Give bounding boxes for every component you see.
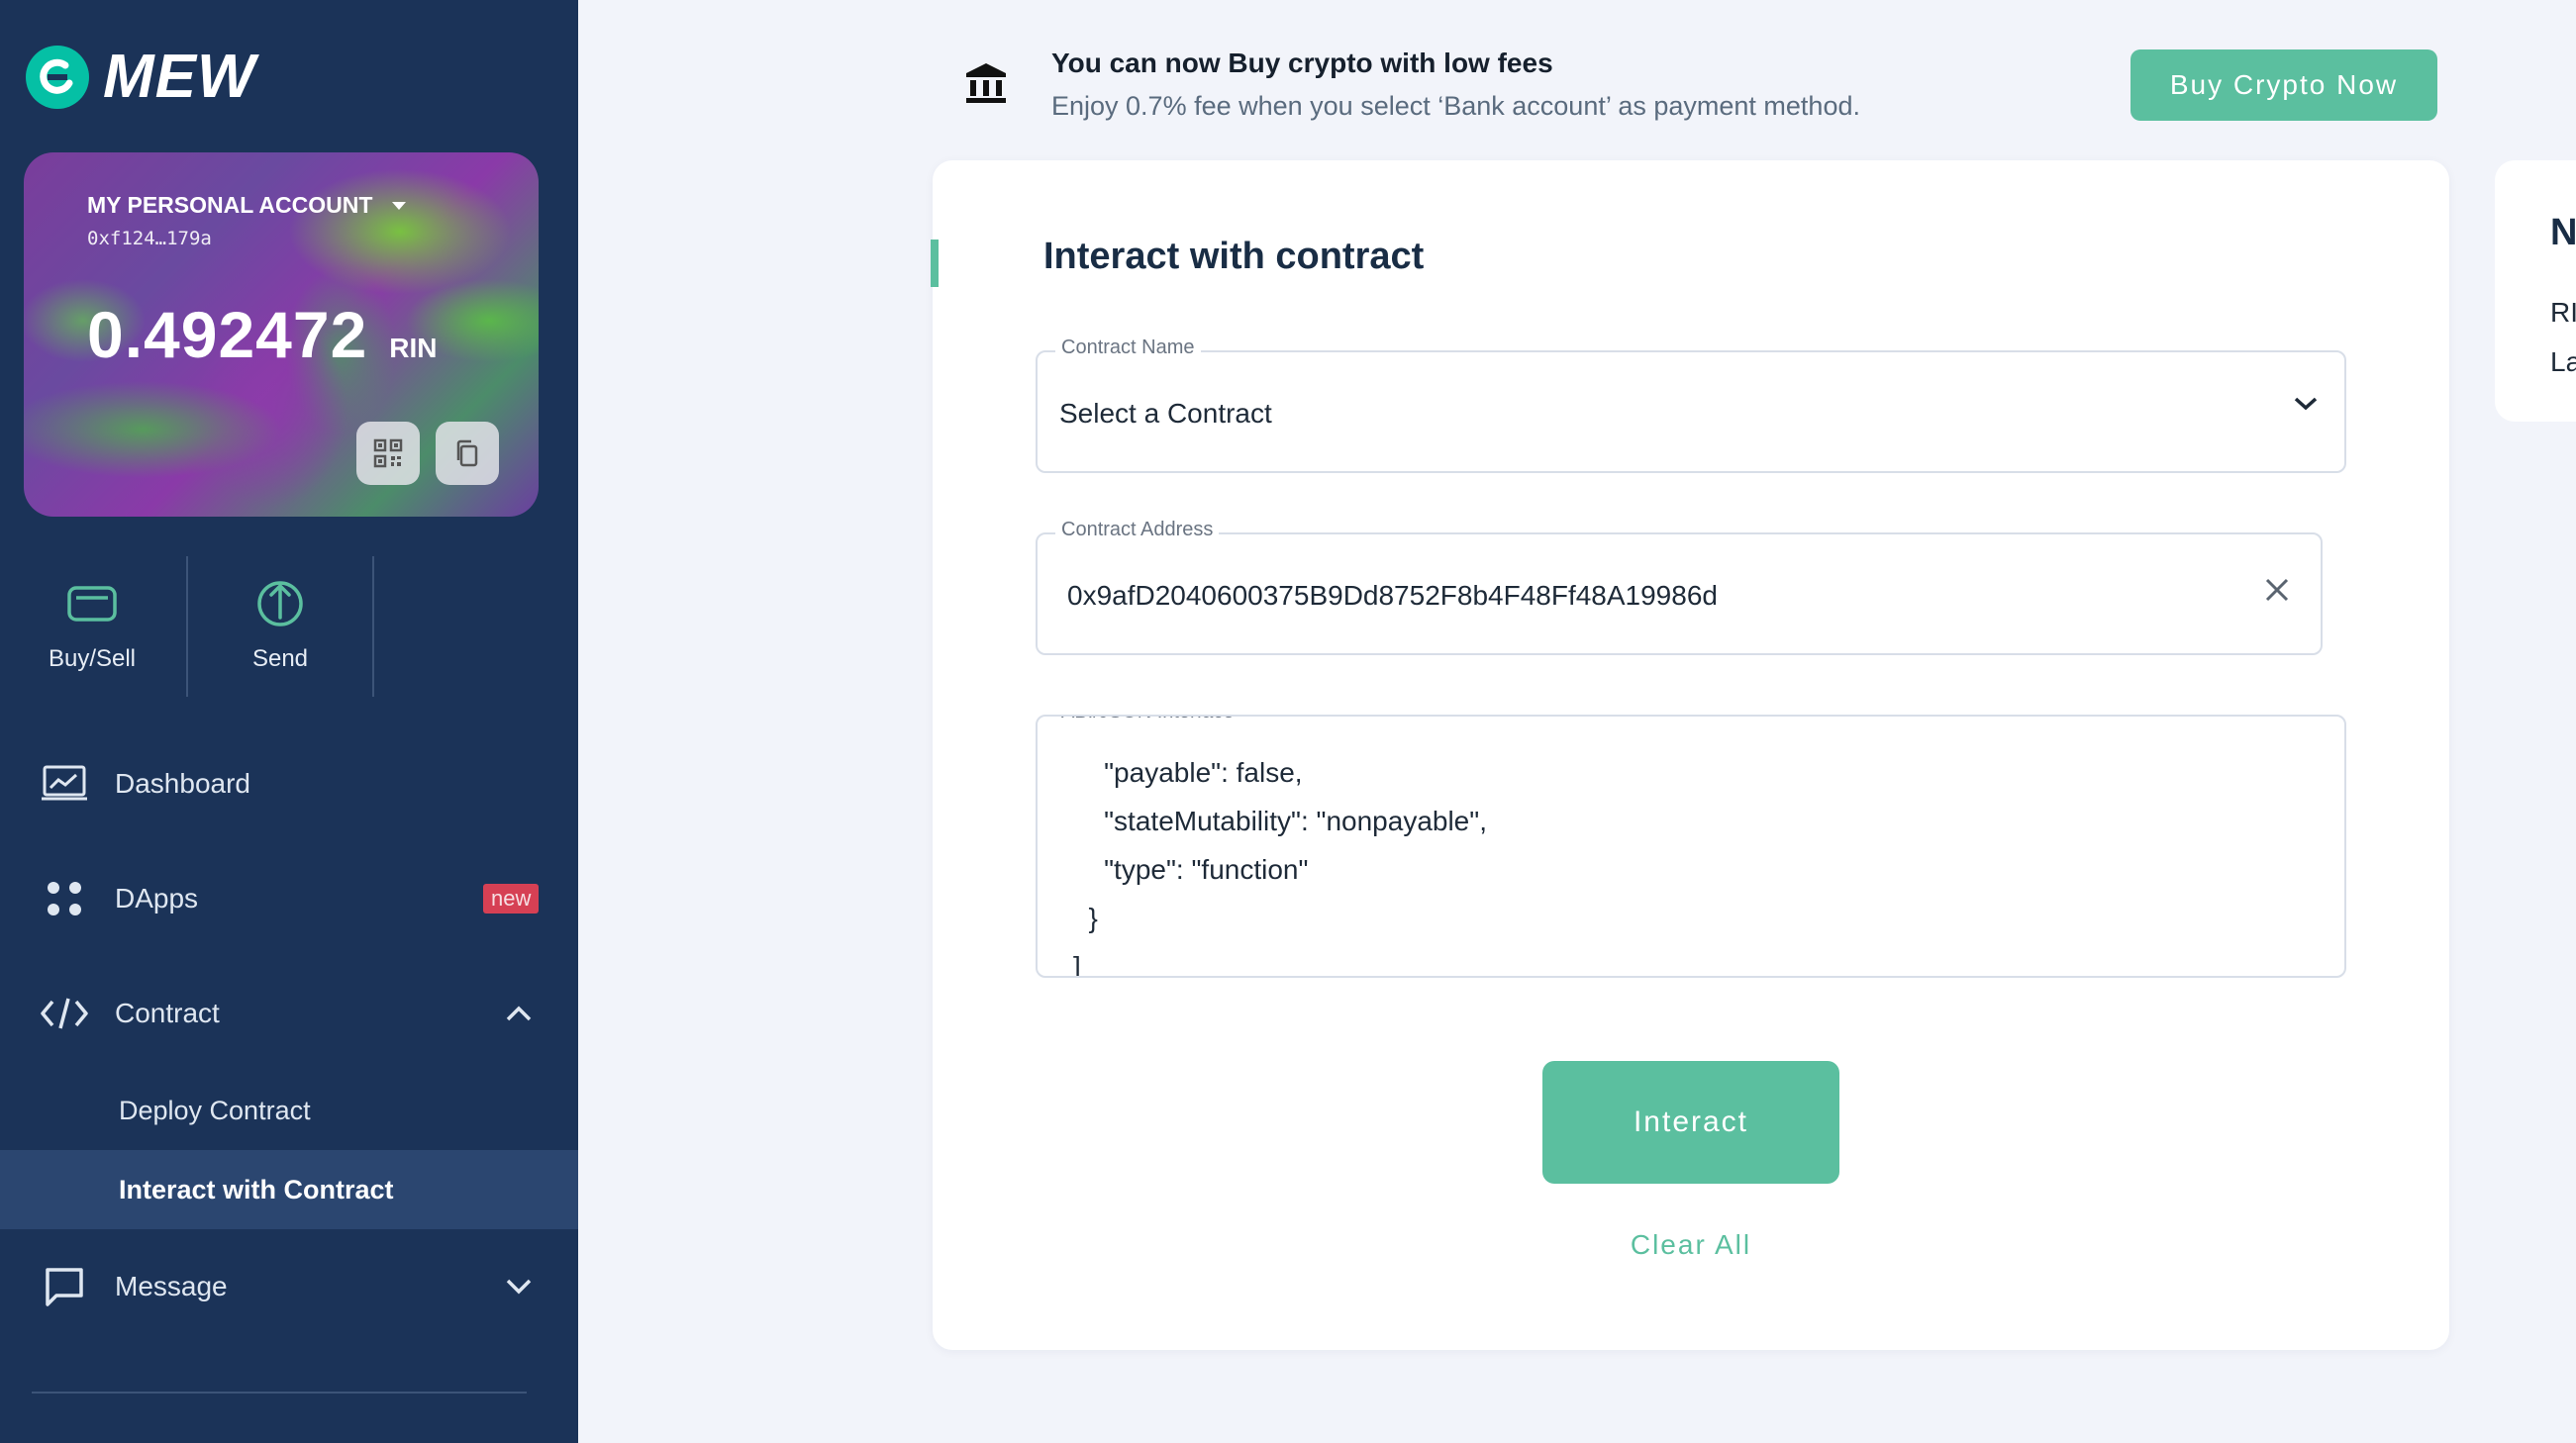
chevron-down-icon	[499, 1267, 539, 1306]
account-balance: 0.492472 RIN	[87, 297, 438, 372]
clear-all-button[interactable]: Clear All	[1542, 1229, 1839, 1261]
sidebar-item-label: Contract	[115, 998, 220, 1028]
contract-name-label: Contract Name	[1055, 337, 1201, 359]
sidebar-item-contract[interactable]: Contract	[0, 974, 578, 1053]
copy-icon	[456, 439, 478, 467]
sidebar-item-dapps[interactable]: DApps new	[0, 859, 578, 938]
qr-code-button[interactable]	[356, 422, 420, 485]
balance-unit: RIN	[389, 333, 438, 363]
new-badge: new	[483, 884, 540, 914]
contract-address-field[interactable]: Contract Address 0x9afD2040600375B9Dd875…	[1036, 519, 2323, 655]
buy-sell-action[interactable]: Buy/Sell	[0, 556, 184, 697]
mew-logo-icon	[26, 45, 89, 109]
network-card-line: RI	[2550, 297, 2576, 328]
account-name: MY PERSONAL ACCOUNT	[87, 192, 373, 218]
mew-logo[interactable]: MEW	[26, 42, 256, 112]
chevron-down-icon	[2293, 396, 2319, 417]
title-accent-bar	[931, 240, 939, 287]
page-title: Interact with contract	[1043, 236, 1425, 277]
sidebar-item-message[interactable]: Message	[0, 1247, 578, 1326]
contract-name-select[interactable]: Contract Name Select a Contract	[1036, 337, 2346, 473]
sidebar-item-interact-contract[interactable]: Interact with Contract	[0, 1150, 578, 1229]
card-icon	[66, 576, 118, 631]
account-address: 0xf124…179a	[87, 228, 212, 249]
balance-value: 0.492472	[87, 298, 368, 371]
abi-line: "payable": false,	[1073, 757, 1303, 788]
abi-json-label: ABI/JSON Interface	[1055, 717, 1240, 723]
account-selector[interactable]: MY PERSONAL ACCOUNT	[87, 192, 407, 219]
quick-actions: Buy/Sell Send	[0, 556, 578, 697]
dashboard-icon	[40, 759, 89, 809]
sidebar-item-label: Deploy Contract	[119, 1095, 311, 1125]
dapps-icon	[40, 874, 89, 923]
send-icon	[254, 576, 306, 631]
quick-action-divider	[372, 556, 374, 697]
clear-address-icon[interactable]	[2261, 574, 2293, 611]
chevron-up-icon	[499, 994, 539, 1033]
network-card: N RI La	[2495, 160, 2576, 422]
abi-line: "type": "function"	[1073, 854, 1309, 885]
abi-line: ]	[1073, 951, 1081, 978]
contract-address-label: Contract Address	[1055, 519, 1220, 541]
caret-down-icon	[392, 201, 407, 210]
banner-title: You can now Buy crypto with low fees	[1051, 48, 1553, 78]
bank-icon	[964, 61, 1008, 110]
send-label: Send	[251, 645, 309, 672]
abi-json-textarea[interactable]: ABI/JSON Interface "payable": false, "st…	[1036, 715, 2346, 978]
sidebar-item-dashboard[interactable]: Dashboard	[0, 744, 578, 823]
banner-subtitle: Enjoy 0.7% fee when you select ‘Bank acc…	[1051, 91, 1860, 121]
buy-crypto-now-button[interactable]: Buy Crypto Now	[2130, 49, 2437, 121]
interact-button[interactable]: Interact	[1542, 1061, 1839, 1184]
account-card: MY PERSONAL ACCOUNT 0xf124…179a 0.492472…	[24, 152, 539, 517]
brand-name: MEW	[103, 43, 256, 111]
message-icon	[40, 1262, 89, 1311]
sidebar: MEW MY PERSONAL ACCOUNT 0xf124…179a 0.49…	[0, 0, 578, 1443]
send-action[interactable]: Send	[188, 556, 372, 697]
network-card-title: N	[2550, 212, 2576, 253]
abi-line: "stateMutability": "nonpayable",	[1073, 806, 1487, 836]
contract-address-value: 0x9afD2040600375B9Dd8752F8b4F48Ff48A1998…	[1067, 580, 1718, 611]
qr-code-icon	[373, 438, 403, 468]
sidebar-item-deploy-contract[interactable]: Deploy Contract	[0, 1071, 578, 1150]
abi-line: }	[1073, 903, 1098, 933]
abi-json-content: "payable": false, "stateMutability": "no…	[1073, 748, 1487, 978]
copy-address-button[interactable]	[436, 422, 499, 485]
contract-name-value: Select a Contract	[1059, 398, 1272, 429]
code-icon	[40, 989, 89, 1038]
interact-contract-card: Interact with contract Contract Name Sel…	[931, 160, 2449, 1350]
sidebar-item-label: DApps	[115, 883, 199, 914]
sidebar-item-label: Message	[115, 1271, 228, 1301]
network-card-line: La	[2550, 346, 2576, 377]
sidebar-divider	[32, 1392, 527, 1394]
sidebar-item-label: Dashboard	[115, 768, 250, 799]
buy-sell-label: Buy/Sell	[48, 645, 137, 672]
sidebar-item-label: Interact with Contract	[119, 1174, 394, 1204]
